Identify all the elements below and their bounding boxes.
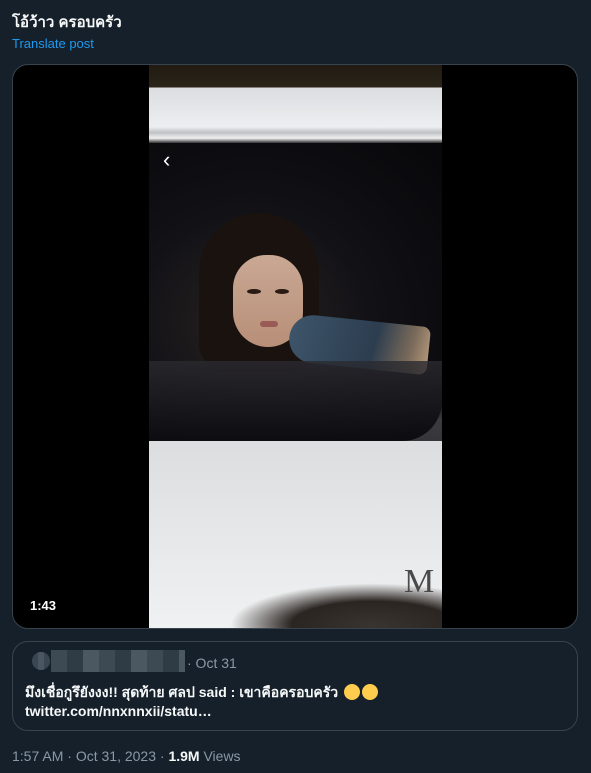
quote-date: · Oct 31 [187, 655, 237, 671]
persevering-face-emoji [344, 684, 361, 700]
video-player[interactable]: M ‹ 1:43 [12, 64, 578, 629]
post-text: โอ้ว้าว ครอบครัว [12, 14, 122, 31]
post-date[interactable]: Oct 31, 2023 [76, 748, 156, 764]
blurred-author-name [51, 650, 185, 672]
car-logo-text: M [404, 563, 435, 600]
views-count: 1.9M [168, 748, 200, 764]
window-glass [149, 361, 442, 441]
avatar [32, 652, 50, 670]
chevron-left-icon[interactable]: ‹ [163, 149, 185, 171]
translate-post-link[interactable]: Translate post [12, 36, 94, 51]
quote-link[interactable]: twitter.com/nnxnnxii/statu… [25, 700, 212, 722]
video-frame: M [149, 65, 442, 628]
meta-separator: · [159, 748, 165, 764]
mouth [260, 321, 278, 327]
video-duration-badge: 1:43 [25, 596, 62, 615]
post-time[interactable]: 1:57 AM [12, 748, 63, 764]
post-metadata: 1:57 AM · Oct 31, 2023 · 1.9M Views [12, 748, 241, 764]
quote-body-text: มึงเชื่อกูรึยังงง!! สุดท้าย ศลป said : เ… [25, 684, 339, 700]
persevering-face-emoji [362, 684, 379, 700]
left-eye [247, 289, 261, 294]
quoted-post-card[interactable]: · Oct 31 มึงเชื่อกูรึยังงง!! สุดท้าย ศลป… [12, 641, 578, 731]
meta-separator: · [67, 748, 72, 764]
right-eye [275, 289, 289, 294]
views-label: Views [203, 748, 241, 764]
